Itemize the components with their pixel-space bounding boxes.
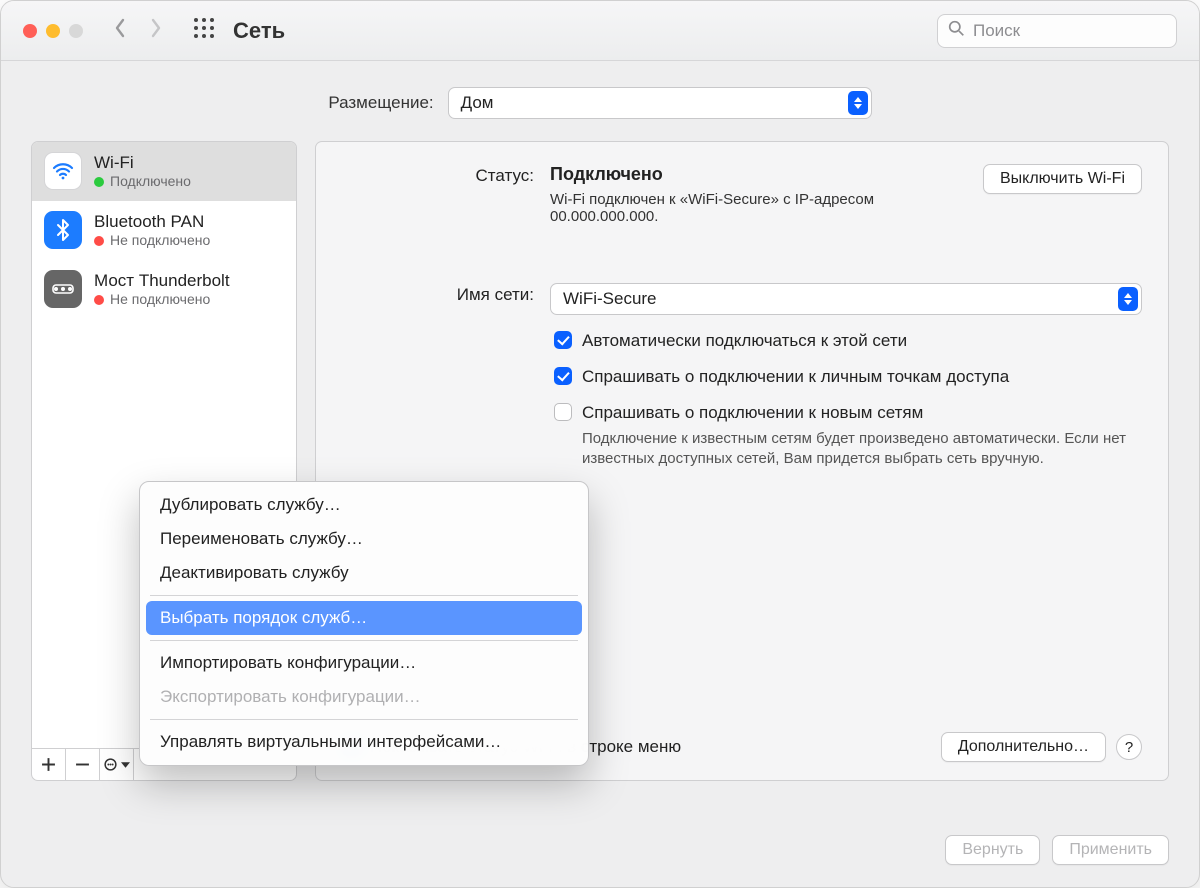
status-dot-icon (94, 177, 104, 187)
remove-service-button[interactable] (66, 749, 100, 780)
status-dot-icon (94, 295, 104, 305)
checkbox-label: Автоматически подключаться к этой сети (582, 331, 1142, 351)
checkbox-description: Подключение к известным сетям будет прои… (582, 429, 1142, 470)
nav-forward-icon (147, 18, 165, 43)
window-controls (23, 24, 83, 38)
pane-title: Сеть (233, 18, 285, 44)
network-name-value: WiFi-Secure (563, 289, 657, 309)
sidebar-item-status: Не подключено (110, 232, 210, 250)
minimize-window-icon[interactable] (46, 24, 60, 38)
apply-button[interactable]: Применить (1052, 835, 1169, 865)
location-row: Размещение: Дом (1, 61, 1199, 141)
bluetooth-icon (44, 211, 82, 249)
toggle-wifi-button[interactable]: Выключить Wi-Fi (983, 164, 1142, 194)
checkbox-icon (554, 331, 572, 349)
checkbox-icon (554, 367, 572, 385)
checkbox-auto-join[interactable]: Автоматически подключаться к этой сети (554, 331, 1142, 351)
menu-separator (150, 595, 578, 596)
menu-item-manage-virtual-interfaces[interactable]: Управлять виртуальными интерфейсами… (146, 725, 582, 759)
service-actions-menu: Дублировать службу… Переименовать службу… (139, 481, 589, 766)
menu-item-deactivate-service[interactable]: Деактивировать службу (146, 556, 582, 590)
menu-item-set-service-order[interactable]: Выбрать порядок служб… (146, 601, 582, 635)
add-service-button[interactable] (32, 749, 66, 780)
sidebar-item-bluetooth-pan[interactable]: Bluetooth PAN Не подключено (32, 201, 296, 260)
help-button[interactable]: ? (1116, 734, 1142, 760)
advanced-button[interactable]: Дополнительно… (941, 732, 1106, 762)
nav-arrows (111, 18, 165, 43)
menu-separator (150, 640, 578, 641)
sidebar-item-thunderbolt-bridge[interactable]: Мост Thunderbolt Не подключено (32, 260, 296, 319)
titlebar: Сеть Поиск (1, 1, 1199, 61)
show-all-prefs-icon[interactable] (193, 17, 215, 44)
wifi-icon (44, 152, 82, 190)
menu-item-export-configs: Экспортировать конфигурации… (146, 680, 582, 714)
close-window-icon[interactable] (23, 24, 37, 38)
nav-back-icon[interactable] (111, 18, 129, 43)
sidebar-item-status: Не подключено (110, 291, 210, 309)
menu-item-import-configs[interactable]: Импортировать конфигурации… (146, 646, 582, 680)
stepper-icon (848, 91, 868, 115)
system-preferences-network-window: Сеть Поиск Размещение: Дом (0, 0, 1200, 888)
zoom-window-icon (69, 24, 83, 38)
sidebar-item-label: Bluetooth PAN (94, 211, 210, 232)
location-select[interactable]: Дом (448, 87, 872, 119)
menu-item-duplicate-service[interactable]: Дублировать службу… (146, 488, 582, 522)
search-placeholder: Поиск (973, 21, 1020, 41)
checkbox-label: Спрашивать о подключении к личным точкам… (582, 367, 1142, 387)
search-field[interactable]: Поиск (937, 14, 1177, 48)
status-description: Wi-Fi подключен к «WiFi-Secure» с IP-адр… (550, 191, 983, 225)
status-value: Подключено (550, 164, 983, 185)
service-actions-button[interactable] (100, 749, 134, 780)
sidebar-item-label: Wi-Fi (94, 152, 191, 173)
checkbox-ask-hotspot[interactable]: Спрашивать о подключении к личным точкам… (554, 367, 1142, 387)
sidebar-item-status: Подключено (110, 173, 191, 191)
window-footer: Вернуть Применить (945, 835, 1169, 865)
status-label: Статус: (342, 164, 534, 225)
menu-item-rename-service[interactable]: Переименовать службу… (146, 522, 582, 556)
search-icon (948, 20, 965, 42)
network-name-select[interactable]: WiFi-Secure (550, 283, 1142, 315)
sidebar-item-wifi[interactable]: Wi-Fi Подключено (32, 142, 296, 201)
thunderbolt-bridge-icon (44, 270, 82, 308)
checkbox-icon (554, 403, 572, 421)
sidebar-item-label: Мост Thunderbolt (94, 270, 230, 291)
status-dot-icon (94, 236, 104, 246)
location-value: Дом (461, 93, 494, 113)
checkbox-label: Спрашивать о подключении к новым сетям (582, 403, 923, 422)
menu-separator (150, 719, 578, 720)
stepper-icon (1118, 287, 1138, 311)
network-name-label: Имя сети: (342, 283, 534, 470)
revert-button[interactable]: Вернуть (945, 835, 1040, 865)
location-label: Размещение: (328, 93, 433, 113)
checkbox-ask-new-networks[interactable]: Спрашивать о подключении к новым сетям П… (554, 403, 1142, 470)
